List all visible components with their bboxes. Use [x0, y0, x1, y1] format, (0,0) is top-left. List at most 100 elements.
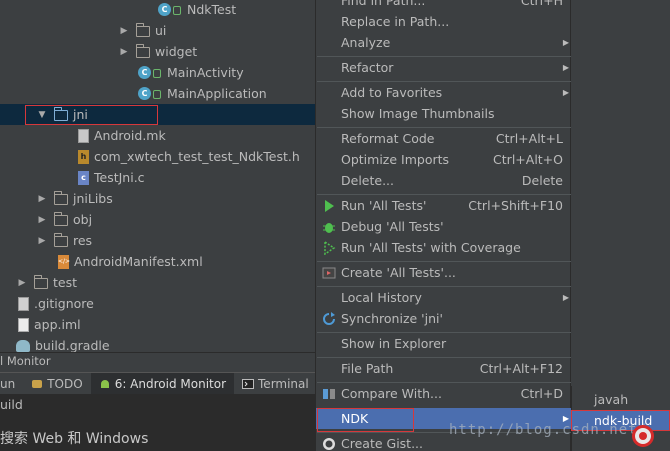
tree-item-label: MainActivity: [167, 65, 244, 80]
tree-item-label: Android.mk: [94, 128, 166, 143]
menu-item-show-image-thumbnails[interactable]: Show Image Thumbnails: [316, 103, 572, 124]
menu-item-reformat-code[interactable]: Reformat Code Ctrl+Alt+L: [316, 128, 572, 149]
folder-icon: [53, 190, 68, 205]
tree-item-gitignore[interactable]: .gitignore: [0, 293, 316, 314]
context-menu: Find in Path... Ctrl+H Replace in Path..…: [315, 0, 572, 451]
submenu-arrow-icon: ▶: [562, 38, 569, 47]
ndk-submenu: javah ndk-build: [571, 386, 670, 451]
tree-item-widget[interactable]: ▶ widget: [0, 41, 316, 62]
menu-item-label: Create 'All Tests'...: [341, 265, 456, 280]
chevron-right-icon[interactable]: ▶: [36, 214, 48, 226]
sync-icon: [322, 311, 336, 326]
class-icon: C: [138, 87, 151, 100]
chevron-right-icon[interactable]: ▶: [36, 193, 48, 205]
tab-run[interactable]: un: [0, 373, 23, 395]
menu-item-label: Analyze: [341, 35, 391, 50]
windows-search-box[interactable]: 搜索 Web 和 Windows: [0, 428, 148, 448]
watermark: http://blog.csdn.net/: [449, 422, 648, 438]
menu-item-refactor[interactable]: Refactor ▶: [316, 57, 572, 78]
menu-item-add-to-favorites[interactable]: Add to Favorites ▶: [316, 82, 572, 103]
tree-item-app-iml[interactable]: app.iml: [0, 314, 316, 335]
menu-item-label: Find in Path...: [341, 0, 426, 8]
menu-item-shortcut: Ctrl+D: [520, 386, 563, 401]
tree-item-res[interactable]: ▶ res: [0, 230, 316, 251]
tree-item-label: obj: [73, 212, 93, 227]
menu-item-run-all-tests[interactable]: Run 'All Tests' Ctrl+Shift+F10: [316, 195, 572, 216]
github-icon: [322, 437, 336, 451]
debug-icon: [322, 220, 336, 234]
tree-item-androidmanifest[interactable]: </> AndroidManifest.xml: [0, 251, 316, 272]
tree-item-obj[interactable]: ▶ obj: [0, 209, 316, 230]
tree-item-jnilibs[interactable]: ▶ jniLibs: [0, 188, 316, 209]
tree-item-label: com_xwtech_test_test_NdkTest.h: [94, 149, 300, 164]
menu-item-shortcut: Ctrl+H: [520, 0, 563, 8]
tree-item-testjni-c[interactable]: c TestJni.c: [0, 167, 316, 188]
folder-icon: [53, 211, 68, 226]
compare-icon: [322, 387, 336, 401]
chevron-right-icon[interactable]: ▶: [118, 46, 130, 58]
folder-icon: [33, 274, 48, 289]
menu-item-compare-with[interactable]: Compare With... Ctrl+D: [316, 383, 572, 404]
menu-item-debug-all-tests[interactable]: Debug 'All Tests': [316, 216, 572, 237]
tree-item-build-gradle[interactable]: build.gradle: [0, 335, 316, 352]
menu-item-label: Compare With...: [341, 386, 442, 401]
menu-item-shortcut: Ctrl+Alt+F12: [479, 361, 563, 376]
tab-terminal[interactable]: Terminal: [234, 373, 317, 395]
tree-item-test[interactable]: ▶ test: [0, 272, 316, 293]
menu-item-shortcut: Delete: [521, 173, 563, 188]
tab-label: 6: Android Monitor: [114, 376, 227, 391]
menu-item-label: Run 'All Tests' with Coverage: [341, 240, 521, 255]
folder-icon: [135, 43, 150, 58]
folder-icon: [135, 22, 150, 37]
tab-android-monitor[interactable]: 6: Android Monitor: [90, 372, 235, 395]
tree-item-label: jniLibs: [73, 191, 113, 206]
tree-item-label: res: [73, 233, 93, 248]
tab-label: Terminal: [258, 376, 309, 391]
menu-item-file-path[interactable]: File Path Ctrl+Alt+F12: [316, 358, 572, 379]
menu-item-label: Run 'All Tests': [341, 198, 427, 213]
menu-item-label: Local History: [341, 290, 422, 305]
gradle-icon: [16, 339, 30, 352]
tree-item-android-mk[interactable]: Android.mk: [0, 125, 316, 146]
menu-item-find-in-path[interactable]: Find in Path... Ctrl+H: [316, 0, 572, 11]
menu-item-analyze[interactable]: Analyze ▶: [316, 32, 572, 53]
menu-item-label: File Path: [341, 361, 394, 376]
menu-item-run-with-coverage[interactable]: Run 'All Tests' with Coverage: [316, 237, 572, 258]
class-icon: C: [138, 66, 151, 79]
tree-item-ui[interactable]: ▶ ui: [0, 20, 316, 41]
submenu-item-label: javah: [594, 392, 629, 407]
menu-item-replace-in-path[interactable]: Replace in Path...: [316, 11, 572, 32]
menu-item-delete[interactable]: Delete... Delete: [316, 170, 572, 191]
submenu-item-javah[interactable]: javah: [572, 389, 670, 410]
tool-window-title: l Monitor: [0, 354, 51, 368]
tree-item-header-file[interactable]: h com_xwtech_test_test_NdkTest.h: [0, 146, 316, 167]
menu-item-synchronize[interactable]: Synchronize 'jni': [316, 308, 572, 329]
xml-file-icon: </>: [58, 254, 70, 269]
tree-item-label: ui: [155, 23, 167, 38]
tree-item-label: TestJni.c: [94, 170, 145, 185]
menu-item-label: Delete...: [341, 173, 394, 188]
tree-item-label: AndroidManifest.xml: [74, 254, 203, 269]
menu-item-label: Create Gist...: [341, 436, 424, 451]
tree-item-mainapplication[interactable]: C MainApplication: [0, 83, 316, 104]
menu-item-label: Optimize Imports: [341, 152, 450, 167]
menu-item-label: Replace in Path...: [341, 14, 450, 29]
menu-item-local-history[interactable]: Local History ▶: [316, 287, 572, 308]
menu-item-show-in-explorer[interactable]: Show in Explorer: [316, 333, 572, 354]
tree-item-label: NdkTest: [187, 2, 237, 17]
annotation-box-jni: [25, 105, 158, 125]
project-tree: C NdkTest ▶ ui ▶ widget C MainActivity C…: [0, 0, 316, 352]
chevron-right-icon[interactable]: ▶: [16, 277, 28, 289]
tree-item-label: test: [53, 275, 78, 290]
tree-item-mainactivity[interactable]: C MainActivity: [0, 62, 316, 83]
menu-item-create-all-tests[interactable]: Create 'All Tests'...: [316, 262, 572, 283]
tab-todo[interactable]: TODO: [23, 373, 90, 395]
tree-item-ndktest[interactable]: C NdkTest: [0, 0, 316, 20]
chevron-right-icon[interactable]: ▶: [118, 25, 130, 37]
tool-window-title-bar: l Monitor: [0, 352, 316, 370]
menu-item-optimize-imports[interactable]: Optimize Imports Ctrl+Alt+O: [316, 149, 572, 170]
tree-item-label: MainApplication: [167, 86, 267, 101]
folder-icon: [53, 232, 68, 247]
chevron-right-icon[interactable]: ▶: [36, 235, 48, 247]
menu-item-shortcut: Ctrl+Shift+F10: [468, 198, 563, 213]
